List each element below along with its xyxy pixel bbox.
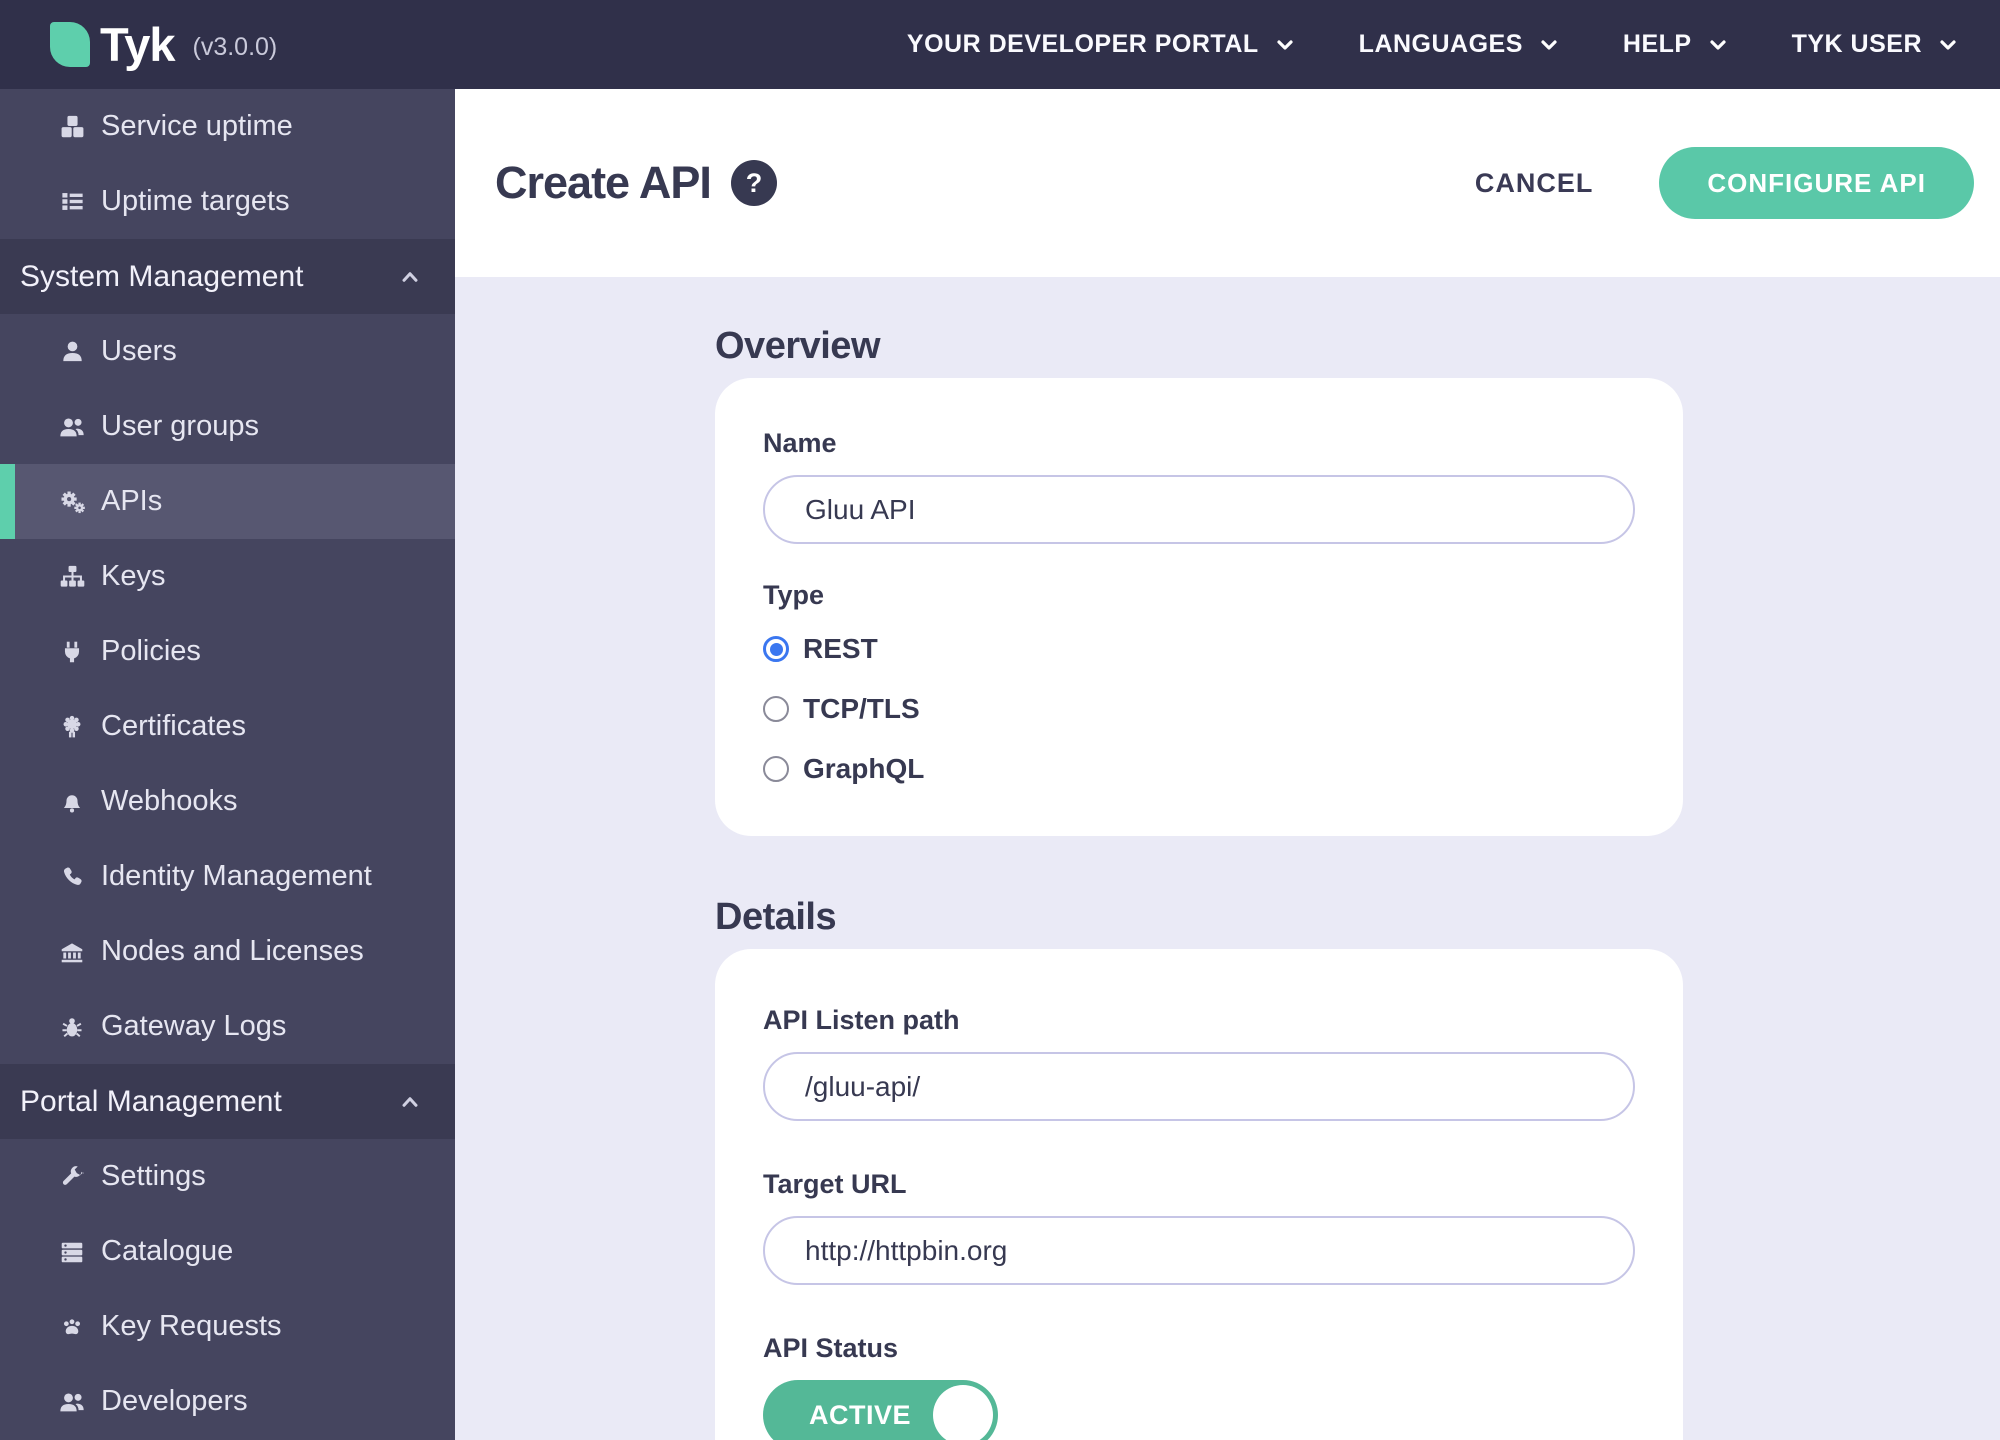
bank-icon bbox=[57, 939, 87, 965]
brand-name: Tyk bbox=[100, 18, 175, 71]
main-content: Create API ? CANCEL CONFIGURE API Overvi… bbox=[455, 89, 2000, 1440]
cubes-icon bbox=[57, 113, 87, 140]
details-card: API Listen path Target URL API Status AC… bbox=[715, 949, 1683, 1440]
menu-developer-portal[interactable]: YOUR DEVELOPER PORTAL bbox=[907, 30, 1297, 59]
sidebar-item-policies[interactable]: Policies bbox=[0, 614, 455, 689]
type-option-rest[interactable]: REST bbox=[763, 627, 1635, 671]
sidebar-section-portal-management[interactable]: Portal Management bbox=[0, 1064, 455, 1139]
rosette-icon bbox=[57, 714, 87, 740]
menu-languages[interactable]: LANGUAGES bbox=[1359, 30, 1561, 59]
bell-icon bbox=[57, 789, 87, 815]
chevron-down-icon bbox=[1537, 33, 1561, 57]
phone-icon bbox=[57, 864, 87, 889]
details-section-title: Details bbox=[715, 896, 837, 938]
page-title: Create API bbox=[495, 157, 712, 208]
user-group-icon bbox=[57, 413, 87, 441]
paw-icon bbox=[57, 1314, 87, 1340]
type-option-tcp-tls[interactable]: TCP/TLS bbox=[763, 687, 1635, 731]
configure-api-button[interactable]: CONFIGURE API bbox=[1659, 147, 1974, 219]
radio-selected-icon bbox=[763, 636, 789, 662]
type-option-graphql[interactable]: GraphQL bbox=[763, 747, 1635, 791]
api-listen-path-label: API Listen path bbox=[763, 1005, 960, 1035]
api-status-label: API Status bbox=[763, 1333, 899, 1363]
sidebar-item-user-groups[interactable]: User groups bbox=[0, 389, 455, 464]
user-icon bbox=[57, 338, 87, 365]
bug-icon bbox=[57, 1014, 87, 1040]
help-icon[interactable]: ? bbox=[730, 160, 777, 206]
api-listen-path-input[interactable] bbox=[763, 1052, 1635, 1121]
chevron-down-icon bbox=[1706, 33, 1730, 57]
list-icon bbox=[57, 188, 87, 215]
toggle-knob[interactable] bbox=[933, 1385, 993, 1440]
topbar: Tyk (v3.0.0) YOUR DEVELOPER PORTAL LANGU… bbox=[0, 0, 2000, 89]
type-label: Type bbox=[763, 580, 825, 610]
menu-help[interactable]: HELP bbox=[1623, 30, 1730, 59]
sidebar-item-users[interactable]: Users bbox=[0, 314, 455, 389]
sidebar-item-nodes-and-licenses[interactable]: Nodes and Licenses bbox=[0, 914, 455, 989]
wrench-icon bbox=[57, 1164, 87, 1190]
gears-icon bbox=[57, 488, 87, 516]
name-input[interactable] bbox=[763, 475, 1635, 544]
brand[interactable]: Tyk (v3.0.0) bbox=[0, 21, 277, 68]
radio-unselected-icon bbox=[763, 696, 789, 722]
sidebar-item-apis[interactable]: APIs bbox=[0, 464, 455, 539]
sidebar-item-keys[interactable]: Keys bbox=[0, 539, 455, 614]
sidebar-item-gateway-logs[interactable]: Gateway Logs bbox=[0, 989, 455, 1064]
overview-card: Name Type REST TCP/TLS GraphQL bbox=[715, 378, 1683, 836]
sitemap-icon bbox=[57, 563, 87, 590]
chevron-down-icon bbox=[1273, 33, 1297, 57]
cancel-button[interactable]: CANCEL bbox=[1475, 168, 1594, 199]
toggle-state-label: ACTIVE bbox=[809, 1399, 912, 1430]
sidebar-item-uptime-targets[interactable]: Uptime targets bbox=[0, 164, 455, 239]
target-url-label: Target URL bbox=[763, 1169, 907, 1199]
sidebar-item-certificates[interactable]: Certificates bbox=[0, 689, 455, 764]
tyk-logo-icon bbox=[50, 22, 90, 67]
sidebar-item-service-uptime[interactable]: Service uptime bbox=[0, 89, 455, 164]
sidebar-section-system-management[interactable]: System Management bbox=[0, 239, 455, 314]
chevron-up-icon bbox=[397, 1089, 423, 1115]
create-api-form: Overview Name Type REST TCP/TLS GraphQL … bbox=[455, 277, 2000, 1440]
sidebar-item-identity-management[interactable]: Identity Management bbox=[0, 839, 455, 914]
sidebar-item-settings[interactable]: Settings bbox=[0, 1139, 455, 1214]
sidebar-item-webhooks[interactable]: Webhooks bbox=[0, 764, 455, 839]
target-url-input[interactable] bbox=[763, 1216, 1635, 1285]
sidebar-item-key-requests[interactable]: Key Requests bbox=[0, 1289, 455, 1364]
menu-tyk-user[interactable]: TYK USER bbox=[1792, 30, 1960, 59]
server-icon bbox=[57, 1239, 87, 1265]
sidebar: Service uptime Uptime targets System Man… bbox=[0, 89, 455, 1440]
overview-section-title: Overview bbox=[715, 325, 881, 367]
radio-unselected-icon bbox=[763, 756, 789, 782]
sidebar-item-catalogue[interactable]: Catalogue bbox=[0, 1214, 455, 1289]
plug-icon bbox=[57, 639, 87, 665]
chevron-up-icon bbox=[397, 264, 423, 290]
chevron-down-icon bbox=[1936, 33, 1960, 57]
page-header: Create API ? CANCEL CONFIGURE API bbox=[455, 89, 2000, 277]
user-group-icon bbox=[57, 1388, 87, 1416]
api-status-toggle[interactable]: ACTIVE bbox=[763, 1380, 998, 1440]
topbar-menus: YOUR DEVELOPER PORTAL LANGUAGES HELP TYK… bbox=[907, 30, 2000, 59]
sidebar-item-developers[interactable]: Developers bbox=[0, 1364, 455, 1439]
name-label: Name bbox=[763, 428, 837, 458]
version-label: (v3.0.0) bbox=[192, 33, 278, 61]
